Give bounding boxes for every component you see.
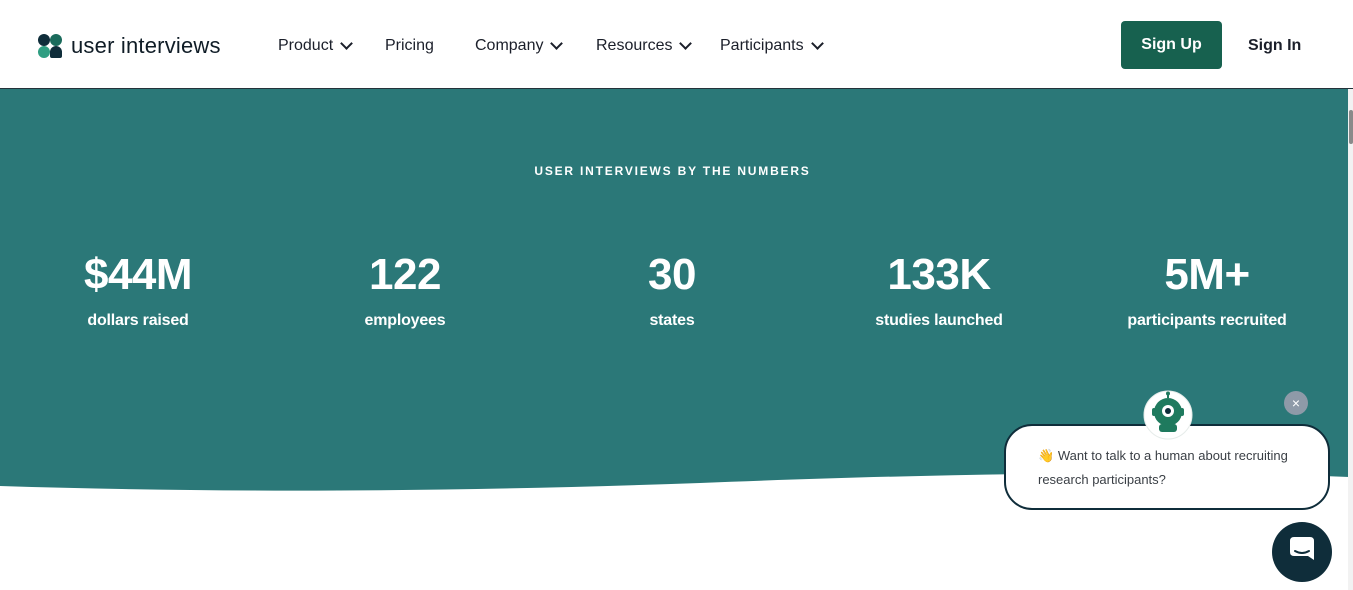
stat-label: employees <box>364 312 446 329</box>
chat-bubble-icon <box>1290 537 1314 560</box>
chat-prompt-text[interactable]: 👋 Want to talk to a human about recruiti… <box>1038 444 1298 492</box>
chevron-down-icon <box>340 37 354 50</box>
nav-item-label: Company <box>475 37 544 54</box>
stat-item: 122 employees <box>285 250 525 330</box>
stat-value: 30 <box>648 250 696 299</box>
nav-item-label: Resources <box>596 37 673 54</box>
stat-label: studies launched <box>875 312 1003 329</box>
logo[interactable]: user interviews <box>37 32 221 60</box>
robot-avatar-icon <box>1143 390 1193 440</box>
nav-item-label: Participants <box>720 37 804 54</box>
scrollbar-thumb[interactable] <box>1349 110 1353 144</box>
chevron-down-icon <box>679 37 693 50</box>
page-scrollbar[interactable] <box>1348 89 1353 590</box>
nav-item-resources[interactable]: Resources <box>596 35 693 57</box>
nav-item-product[interactable]: Product <box>278 35 354 57</box>
stat-label: dollars raised <box>87 312 189 329</box>
user-interviews-logo-icon <box>37 33 65 59</box>
close-icon[interactable]: × <box>1284 391 1308 415</box>
stat-item: $44M dollars raised <box>18 250 258 330</box>
top-nav: user interviews Product Pricing Company … <box>0 0 1353 89</box>
chevron-down-icon <box>810 37 824 50</box>
stat-label: states <box>649 312 695 329</box>
wave-emoji: 👋 <box>1038 448 1055 463</box>
nav-item-pricing[interactable]: Pricing <box>385 35 434 57</box>
sign-up-button[interactable]: Sign Up <box>1121 21 1222 69</box>
stat-item: 5M+ participants recruited <box>1087 250 1327 330</box>
stat-value: 5M+ <box>1164 250 1250 299</box>
stat-item: 30 states <box>552 250 792 330</box>
nav-item-participants[interactable]: Participants <box>720 35 824 57</box>
stat-label: participants recruited <box>1127 312 1287 329</box>
logo-text: user interviews <box>71 33 221 58</box>
chat-message: Want to talk to a human about recruiting… <box>1038 448 1288 487</box>
stat-value: 122 <box>369 250 441 299</box>
nav-item-label: Product <box>278 37 334 54</box>
chevron-down-icon <box>550 37 564 50</box>
nav-item-company[interactable]: Company <box>475 35 564 57</box>
stat-item: 133K studies launched <box>819 250 1059 330</box>
stat-value: $44M <box>83 250 193 299</box>
chat-launcher-button[interactable] <box>1272 522 1332 582</box>
nav-item-label: Pricing <box>385 37 434 54</box>
sign-in-link[interactable]: Sign In <box>1248 37 1301 55</box>
stats-eyebrow: USER INTERVIEWS BY THE NUMBERS <box>534 164 811 178</box>
stat-value: 133K <box>887 250 991 299</box>
